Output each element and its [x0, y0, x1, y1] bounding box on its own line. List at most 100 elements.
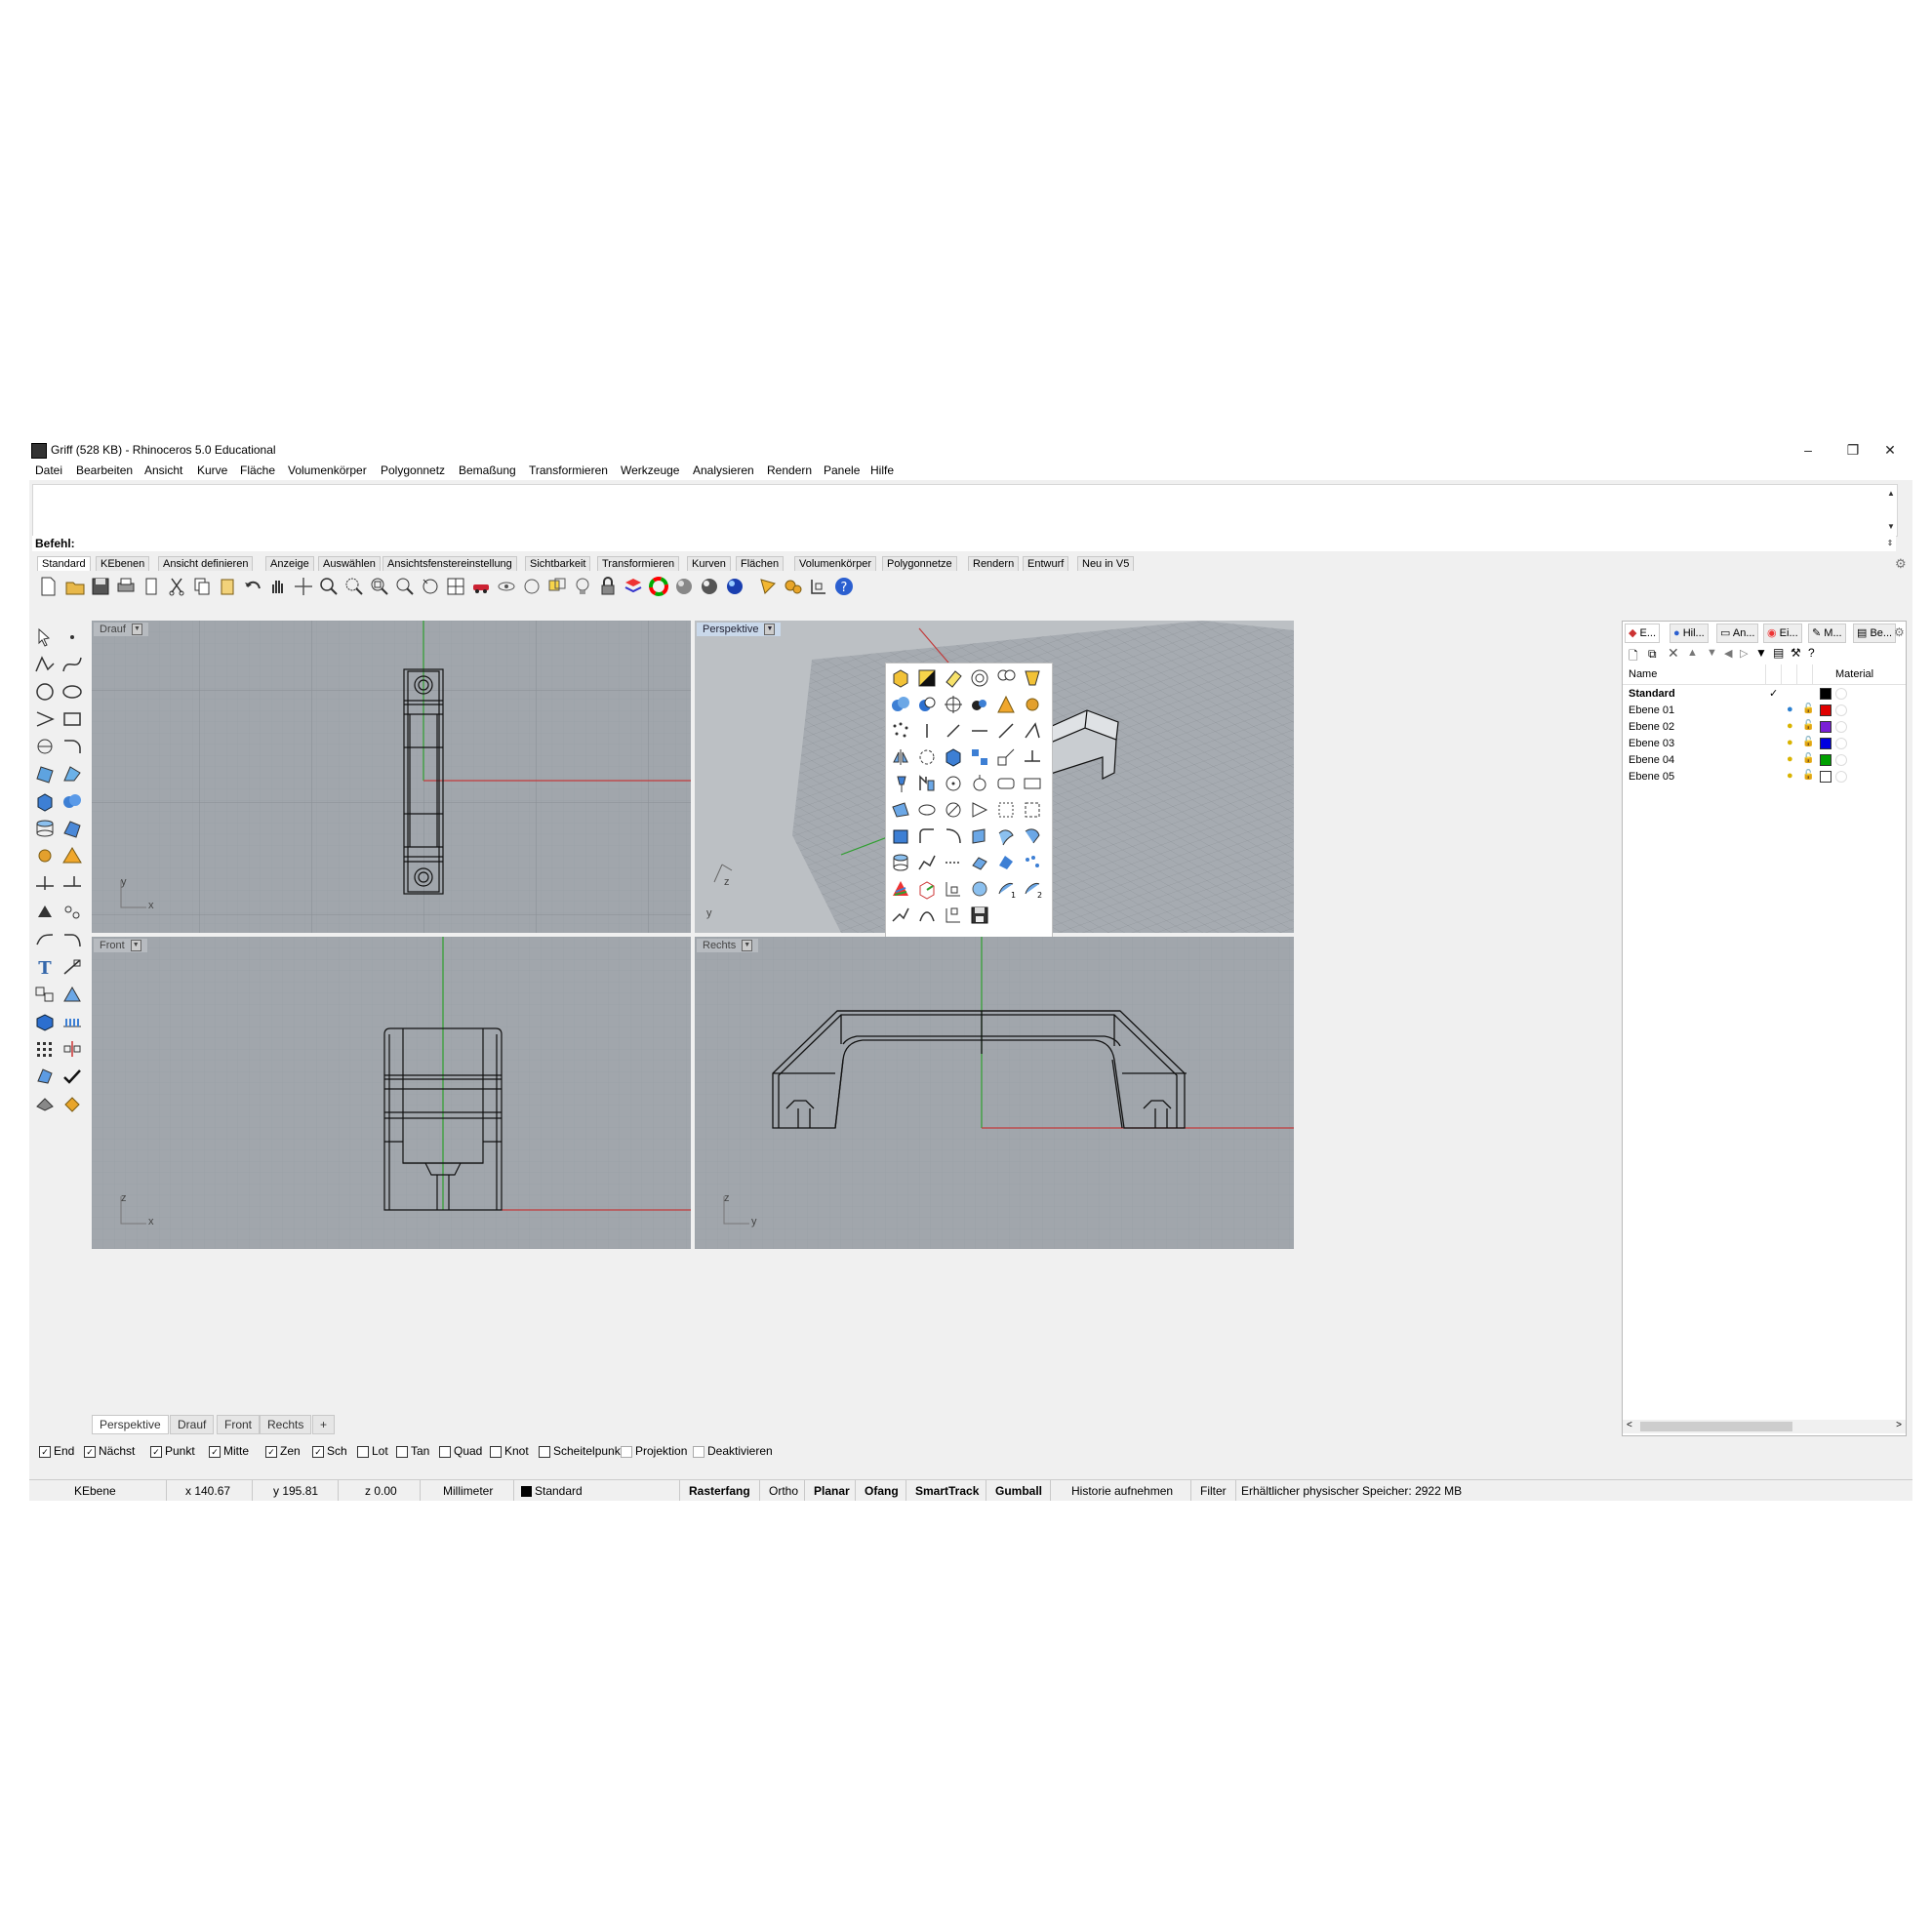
fillet-curve-icon[interactable]	[60, 736, 84, 757]
layers-help-icon[interactable]: ?	[1808, 646, 1815, 660]
viewport-top[interactable]: y x Drauf ▼	[92, 621, 691, 933]
panel-tab-display[interactable]: ▭ An...	[1716, 624, 1759, 643]
status-history[interactable]: Historie aufnehmen	[1071, 1484, 1173, 1498]
car-render-icon[interactable]	[470, 576, 492, 597]
status-kebene[interactable]: KEbene	[74, 1484, 116, 1498]
delete-layer-icon[interactable]: ✕	[1668, 645, 1679, 662]
palette-explode-icon[interactable]	[995, 694, 1017, 715]
layer-material-icon[interactable]	[1835, 771, 1847, 783]
viewport-perspective-dropdown-icon[interactable]: ▼	[764, 624, 776, 636]
tab-transformieren[interactable]: Transformieren	[597, 556, 680, 571]
palette-bbox-icon[interactable]	[995, 799, 1017, 821]
tab-neu-in-v5[interactable]: Neu in V5	[1077, 556, 1135, 571]
viewport-right[interactable]: z y Rechts ▼	[695, 937, 1294, 1249]
palette-shade-toggle-icon[interactable]	[916, 667, 938, 689]
palette-rect-icon[interactable]	[1022, 773, 1043, 794]
layer-material-icon[interactable]	[1835, 721, 1847, 733]
ellipse-icon[interactable]	[60, 681, 84, 703]
dimension-tool-icon[interactable]	[60, 956, 84, 978]
point-edit-icon[interactable]	[33, 902, 57, 923]
menu-bearbeiten[interactable]: Bearbeiten	[76, 463, 133, 477]
layer-row[interactable]: Ebene 02 ● 🔓	[1629, 719, 1902, 735]
zoom-extents-icon[interactable]	[369, 576, 390, 597]
osnap-end-checkbox[interactable]: ✓	[39, 1445, 51, 1458]
group-icon[interactable]	[33, 984, 57, 1005]
panel-tab-materials[interactable]: ✎ M...	[1808, 624, 1846, 643]
cylinder-icon[interactable]	[33, 818, 57, 839]
undo-icon[interactable]	[242, 576, 263, 597]
osnap-projektion-checkbox[interactable]	[621, 1445, 632, 1458]
palette-script-icon[interactable]	[916, 905, 938, 926]
status-smarttrack[interactable]: SmartTrack	[915, 1484, 979, 1498]
palette-loft-icon[interactable]	[969, 825, 990, 847]
palette-blend-2-icon[interactable]: 2	[1022, 878, 1043, 900]
osnap-sch[interactable]: ✓ Sch	[312, 1444, 347, 1458]
viewport-front-label[interactable]: Front ▼	[94, 939, 147, 952]
viewport-front[interactable]: z x Front ▼	[92, 937, 691, 1249]
palette-spiral-icon[interactable]	[969, 667, 990, 689]
layer-material-icon[interactable]	[1835, 738, 1847, 749]
text-icon[interactable]: T	[33, 956, 57, 978]
page-setup-icon[interactable]	[141, 576, 162, 597]
palette-blobs-icon[interactable]	[969, 694, 990, 715]
filter-icon[interactable]: ▼	[1755, 646, 1767, 660]
palette-vertical-line-icon[interactable]	[916, 720, 938, 742]
render-sphere-icon[interactable]	[699, 576, 720, 597]
menu-analysieren[interactable]: Analysieren	[693, 463, 754, 477]
palette-dashed-line-icon[interactable]	[943, 852, 964, 873]
palette-lights-icon[interactable]	[995, 667, 1017, 689]
light-bulb-icon[interactable]	[572, 576, 593, 597]
palette-bbox2-icon[interactable]	[1022, 799, 1043, 821]
status-units[interactable]: Millimeter	[443, 1484, 493, 1498]
palette-save-icon[interactable]	[969, 905, 990, 926]
vptab-perspektive[interactable]: Perspektive	[92, 1415, 169, 1434]
viewport-top-dropdown-icon[interactable]: ▼	[131, 624, 142, 636]
surface-points-icon[interactable]	[33, 763, 57, 785]
minimize-button[interactable]: –	[1786, 439, 1831, 461]
menu-rendern[interactable]: Rendern	[767, 463, 812, 477]
osnap-knot-checkbox[interactable]	[490, 1445, 502, 1458]
close-button[interactable]: ✕	[1868, 439, 1912, 461]
palette-boolean-diff-icon[interactable]	[916, 694, 938, 715]
menu-flaeche[interactable]: Fläche	[240, 463, 275, 477]
dimension-icon[interactable]	[808, 576, 829, 597]
tab-ansicht-definieren[interactable]: Ansicht definieren	[158, 556, 254, 571]
viewport-right-label[interactable]: Rechts ▼	[697, 939, 759, 952]
boolean-union-icon[interactable]	[60, 790, 84, 812]
palette-project-icon[interactable]	[1022, 746, 1043, 768]
mesh-icon[interactable]	[60, 818, 84, 839]
polyline-icon[interactable]	[33, 654, 57, 675]
layer-color-swatch[interactable]	[1820, 771, 1831, 783]
vptab-rechts[interactable]: Rechts	[260, 1415, 312, 1434]
show-objects-icon[interactable]	[521, 576, 543, 597]
osnap-tan-checkbox[interactable]	[396, 1445, 408, 1458]
layer-lock-icon[interactable]: 🔓	[1802, 737, 1814, 747]
osnap-zen[interactable]: ✓ Zen	[265, 1444, 301, 1458]
menu-kurve[interactable]: Kurve	[197, 463, 227, 477]
palette-extrude-icon[interactable]	[890, 825, 911, 847]
layer-name[interactable]: Ebene 05	[1629, 771, 1674, 783]
status-layer[interactable]: Standard	[521, 1484, 583, 1498]
control-points-icon[interactable]	[60, 902, 84, 923]
history-scroll-down-icon[interactable]: ▼	[1885, 520, 1897, 534]
menu-hilfe[interactable]: Hilfe	[870, 463, 894, 477]
panel-tab-properties[interactable]: ◉ Ei...	[1763, 624, 1802, 643]
rectangle-icon[interactable]	[60, 708, 84, 730]
layer-visibility-bulb-icon[interactable]: ●	[1787, 770, 1793, 782]
cut-icon[interactable]	[166, 576, 187, 597]
shaded-sphere-icon[interactable]	[673, 576, 695, 597]
layer-row[interactable]: Ebene 01 ● 🔓	[1629, 703, 1902, 718]
four-viewports-icon[interactable]	[445, 576, 466, 597]
split-icon[interactable]	[60, 872, 84, 894]
palette-spotlight-icon[interactable]	[1022, 667, 1043, 689]
palette-line-icon[interactable]	[995, 720, 1017, 742]
menu-bemassung[interactable]: Bemaßung	[459, 463, 516, 477]
viewport-perspective-label[interactable]: Perspektive ▼	[697, 623, 782, 636]
panel-tab-named[interactable]: ▤ Be...	[1853, 624, 1897, 643]
viewport-right-dropdown-icon[interactable]: ▼	[742, 940, 753, 952]
scroll-thumb[interactable]	[1640, 1422, 1792, 1431]
palette-dots-icon[interactable]	[1022, 852, 1043, 873]
palette-patch-icon[interactable]	[969, 852, 990, 873]
paste-icon[interactable]	[217, 576, 238, 597]
osnap-naechst[interactable]: ✓ Nächst	[84, 1444, 135, 1458]
